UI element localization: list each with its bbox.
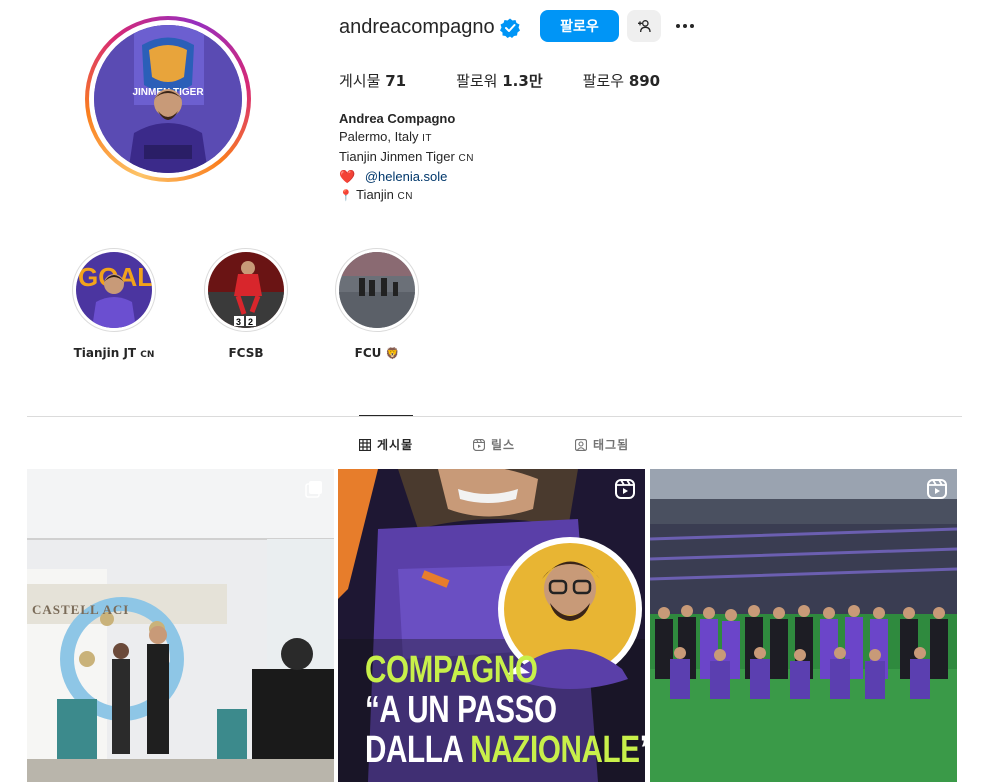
- post-image: [650, 469, 957, 782]
- highlight-cover: 3 2: [208, 252, 284, 328]
- location-pin-icon: 📍: [339, 190, 353, 202]
- highlight-image: [339, 252, 415, 328]
- profile-avatar-story-ring[interactable]: JINMEN TIGER: [85, 16, 251, 182]
- avatar[interactable]: JINMEN TIGER: [94, 25, 242, 173]
- china-flag: CN: [397, 191, 413, 202]
- followers-value: 1.3만: [502, 72, 543, 90]
- post-headline-line3-c: ”: [640, 729, 645, 771]
- china-flag: CN: [140, 350, 155, 360]
- tab-posts-label: 게시물: [377, 438, 414, 452]
- highlight-label: FCSB: [204, 346, 288, 360]
- highlight-label: Tianjin JT CN: [72, 346, 156, 360]
- tagged-icon: [575, 438, 587, 451]
- more-options-button[interactable]: [670, 12, 700, 40]
- followers-count[interactable]: 팔로워 1.3만: [456, 70, 543, 91]
- highlight-image: 3 2: [208, 252, 284, 328]
- tab-tagged-label: 태그됨: [593, 438, 630, 452]
- following-value: 890: [628, 72, 661, 90]
- italy-flag: IT: [422, 133, 432, 144]
- bio-location-text: Tianjin: [356, 187, 394, 202]
- china-flag: CN: [458, 153, 474, 164]
- post-headline-line3-b: NAZIONALE: [470, 729, 640, 771]
- bio-line-location: 📍 Tianjin CN: [339, 186, 474, 206]
- bio-line-mention: ❤️ @helenia.sole: [339, 168, 474, 186]
- reels-icon: [927, 479, 947, 499]
- post-headline-line2: “A UN PASSO: [365, 689, 557, 731]
- post-tile[interactable]: COMPAGNO “A UN PASSO DALLA NAZIONALE”: [338, 469, 645, 782]
- carousel-icon: [305, 481, 322, 498]
- bio-line-club: Tianjin Jinmen Tiger CN: [339, 148, 474, 168]
- bio-club-text: Tianjin Jinmen Tiger: [339, 149, 455, 164]
- lion-icon: 🦁: [385, 347, 400, 360]
- highlight-label-text: FCSB: [228, 346, 264, 360]
- highlight-label-text: Tianjin JT: [73, 346, 137, 360]
- post-headline-line3-a: DALLA: [365, 729, 471, 771]
- tab-tagged[interactable]: 태그됨: [575, 436, 629, 453]
- post-tile[interactable]: CASTELL ACI: [27, 469, 334, 782]
- grid-icon: [359, 438, 371, 451]
- bio-line-hometown: Palermo, Italy IT: [339, 128, 474, 148]
- followers-label: 팔로워: [456, 72, 498, 90]
- profile-stats: 게시물 71 팔로워 1.3만 팔로우 890: [339, 70, 700, 91]
- heart-icon: ❤️: [339, 169, 356, 184]
- highlight-image: GOAL: [76, 252, 152, 328]
- add-person-icon: [638, 20, 651, 33]
- highlight-fcsb[interactable]: 3 2 FCSB: [204, 248, 288, 360]
- avatar-image: JINMEN TIGER: [94, 25, 242, 173]
- following-count[interactable]: 팔로우 890: [583, 70, 661, 91]
- post-headline-line1: COMPAGNO: [365, 649, 538, 691]
- tab-reels-label: 릴스: [491, 438, 516, 452]
- highlight-cover: GOAL: [76, 252, 152, 328]
- posts-count: 게시물 71: [339, 70, 406, 91]
- following-label: 팔로우: [582, 72, 625, 90]
- follow-button[interactable]: 팔로우: [540, 10, 619, 42]
- suggested-accounts-button[interactable]: [627, 10, 661, 42]
- bio-hometown-text: Palermo, Italy: [339, 129, 419, 144]
- mention-link[interactable]: @helenia.sole: [365, 169, 448, 184]
- highlight-fcu[interactable]: FCU 🦁: [335, 248, 419, 360]
- post-image: [27, 469, 334, 782]
- post-tile[interactable]: [650, 469, 957, 782]
- posts-value: 71: [385, 72, 407, 90]
- more-options-icon-dot: [683, 24, 687, 28]
- more-options-icon: [676, 24, 680, 28]
- reels-icon: [473, 438, 485, 451]
- svg-text:2: 2: [248, 317, 253, 327]
- highlight-tianjin[interactable]: GOAL Tianjin JT CN: [72, 248, 156, 360]
- highlight-ring: 3 2: [204, 248, 288, 332]
- svg-text:3: 3: [236, 317, 241, 327]
- highlight-cover: [339, 252, 415, 328]
- tab-posts[interactable]: 게시물: [359, 436, 413, 453]
- profile-username: andreacompagno: [339, 16, 495, 38]
- tabs-divider: [27, 416, 962, 417]
- tab-reels[interactable]: 릴스: [473, 436, 515, 453]
- posts-label: 게시물: [339, 72, 381, 90]
- highlight-label-text: FCU: [354, 346, 382, 360]
- post-headline-line3: DALLA NAZIONALE”: [365, 731, 645, 769]
- post-sign-text: CASTELL ACI: [32, 602, 130, 617]
- verified-badge-icon: [500, 18, 520, 38]
- profile-full-name: Andrea Compagno: [339, 111, 456, 126]
- highlight-ring: [335, 248, 419, 332]
- profile-bio: Andrea Compagno Palermo, Italy IT Tianji…: [339, 110, 474, 206]
- reels-icon: [615, 479, 635, 499]
- active-tab-indicator: [359, 415, 413, 416]
- more-options-icon-dot: [690, 24, 694, 28]
- highlight-label: FCU 🦁: [335, 346, 419, 360]
- highlight-ring: GOAL: [72, 248, 156, 332]
